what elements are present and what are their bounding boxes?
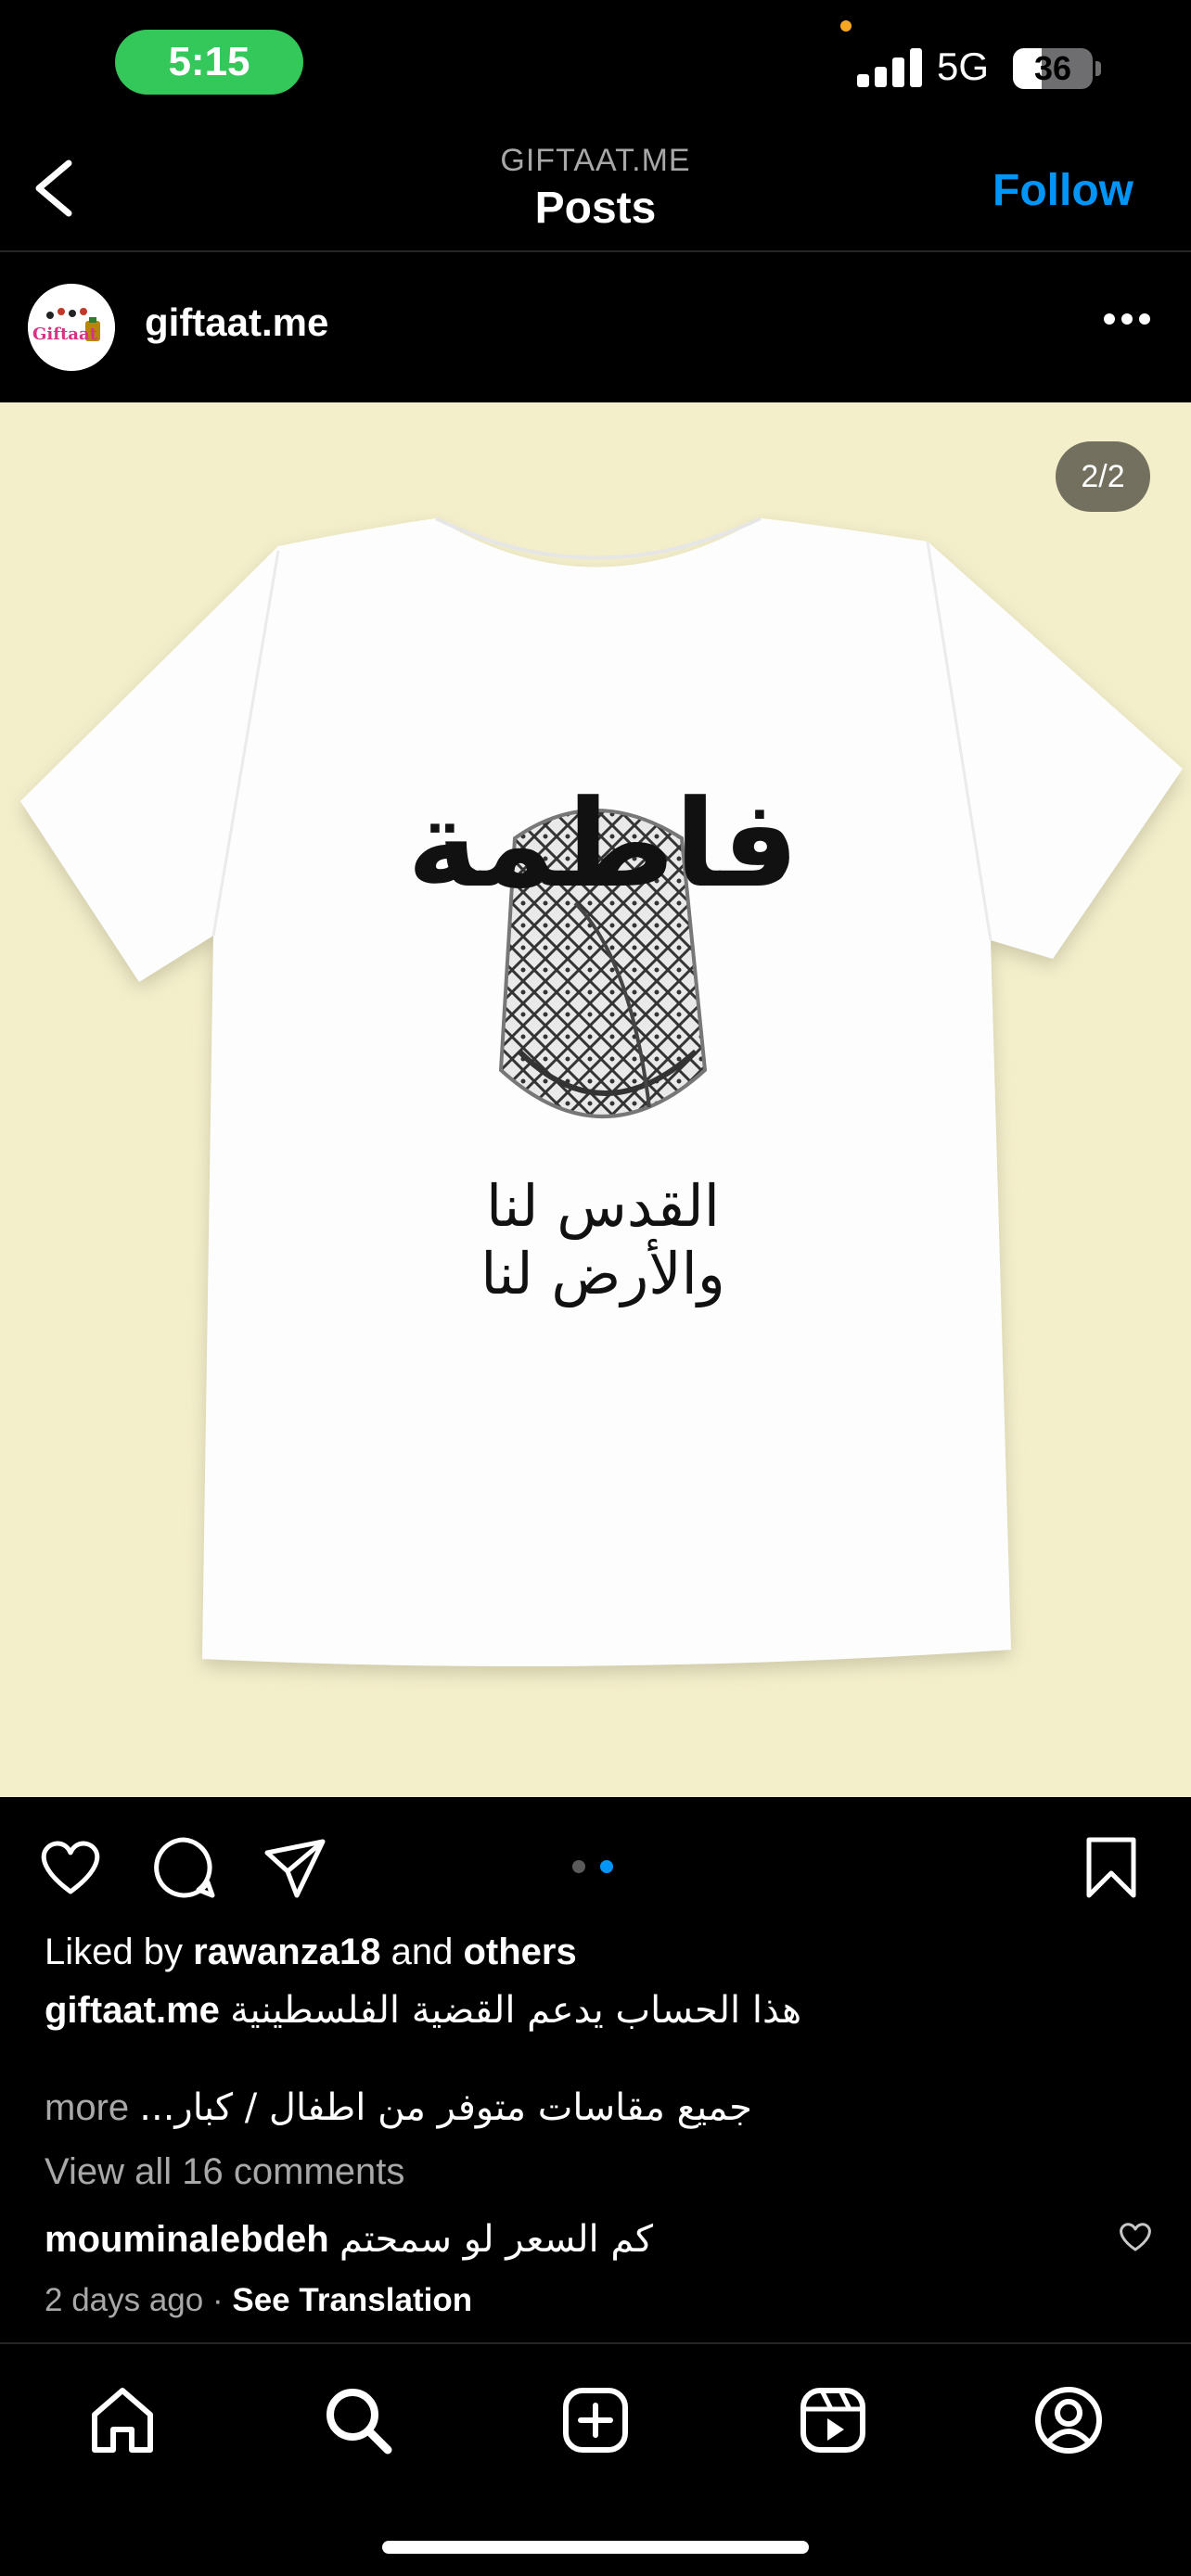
battery-percent: 36 [1033,49,1072,87]
avatar-logo-text: Giftaat [32,325,98,344]
ellipsis-icon[interactable] [1104,313,1150,326]
comment-heart-icon[interactable] [1117,2220,1154,2253]
status-time: 5:15 [115,30,303,95]
post-username[interactable]: giftaat.me [145,300,328,345]
post-header: Giftaat giftaat.me [0,254,1191,402]
shirt-print-name: فاطمة [406,773,800,914]
post-image[interactable]: فاطمة القدس لنا والأرض لنا 2/2 [0,402,1191,1797]
likes-prefix: Liked by [45,1932,183,1972]
carousel-dot [600,1860,613,1873]
comment-username[interactable]: mouminalebdeh [45,2219,329,2260]
search-icon[interactable] [321,2383,395,2457]
caption-text-2: جميع مقاسات متوفر من اطفال / كبار... [139,2086,752,2129]
paper-plane-icon[interactable] [262,1834,328,1901]
carousel-dot [572,1860,585,1873]
cellular-signal-icon [857,46,922,87]
comment-text: كم السعر لو سمحتم [339,2218,653,2261]
battery-icon: 36 [1013,48,1093,89]
follow-button[interactable]: Follow [992,165,1133,216]
likes-middle: and [391,1932,454,1972]
avatar-logo-icon: Giftaat [28,284,115,371]
caption-more-link[interactable]: more [45,2087,129,2128]
shirt-print-tagline: القدس لنا والأرض لنا [480,1172,725,1307]
battery-tip [1095,61,1101,76]
home-icon[interactable] [85,2383,160,2457]
caption-line-2: more جميع مقاسات متوفر من اطفال / كبار..… [45,2086,752,2129]
view-all-comments-link[interactable]: View all 16 comments [45,2151,404,2193]
create-plus-icon[interactable] [558,2383,633,2457]
caption-username[interactable]: giftaat.me [45,1990,220,2031]
avatar[interactable]: Giftaat [28,284,115,371]
post-meta: 2 days ago · See Translation [45,2282,472,2319]
comment-bubble-icon[interactable] [150,1834,217,1901]
home-indicator[interactable] [382,2541,809,2554]
caption-line: giftaat.me هذا الحساب يدعم القضية الفلسط… [45,1989,801,2032]
reels-icon[interactable] [796,2383,870,2457]
tshirt-illustration [20,516,1183,1666]
nav-header: GIFTAAT.ME Posts Follow [0,130,1191,252]
likes-user[interactable]: rawanza18 [193,1932,380,1972]
post-time: 2 days ago [45,2282,204,2318]
bookmark-icon[interactable] [1078,1834,1145,1901]
network-type: 5G [937,45,990,88]
likes-line: Liked by rawanza18 and others [45,1932,577,1973]
caption-text: هذا الحساب يدعم القضية الفلسطينية [230,1989,802,2032]
see-translation-link[interactable]: See Translation [232,2282,472,2318]
image-counter-badge: 2/2 [1056,441,1150,512]
status-bar: 5:15 5G 36 [0,0,1191,130]
privacy-indicator-dot [840,20,852,32]
meta-separator: · [211,2282,224,2318]
likes-others[interactable]: others [463,1932,576,1972]
profile-icon[interactable] [1031,2383,1106,2457]
comment-row: mouminalebdeh كم السعر لو سمحتم [45,2218,653,2261]
carousel-dots [572,1858,619,1875]
post-actions [0,1797,1191,1927]
heart-icon[interactable] [37,1834,104,1901]
